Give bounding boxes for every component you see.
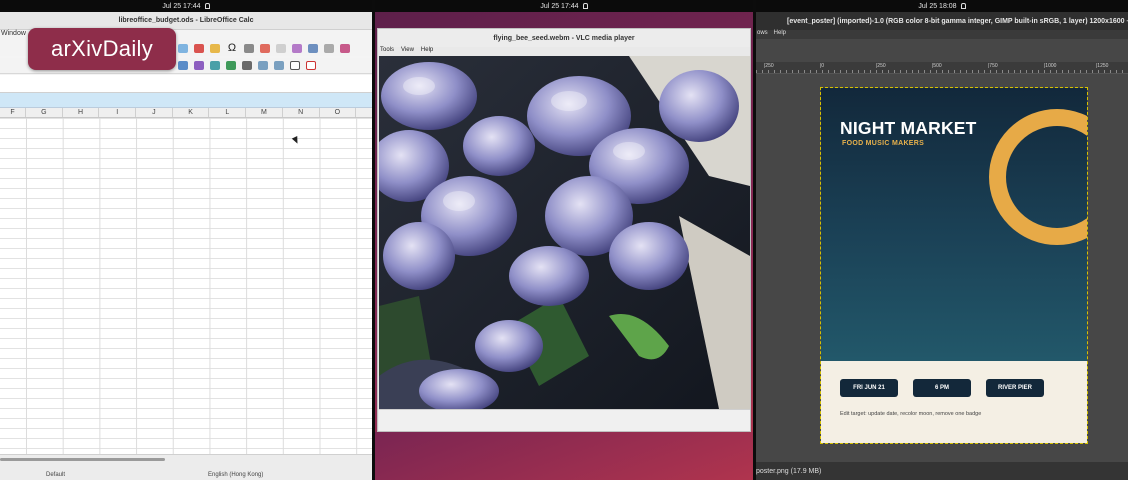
horizontal-scrollbar[interactable] [0,454,372,470]
status-bar: poster.png (17.9 MB) [756,462,1128,480]
time-badge: 6 PM [913,379,971,397]
column-header[interactable]: F [0,108,26,117]
clock-label: Jul 25 18:08 [918,2,957,10]
menu-view[interactable]: View [401,47,414,56]
clock-label: Jul 25 17:44 [162,2,201,10]
selected-row[interactable] [0,93,372,108]
column-header[interactable]: K [173,108,210,117]
column-header[interactable]: M [246,108,283,117]
menu-help[interactable]: Help [774,30,786,39]
video-frame[interactable] [379,56,750,409]
poster-subtitle: FOOD MUSIC MAKERS [842,140,925,147]
border-color-icon[interactable] [306,61,316,70]
top-bar-clock[interactable]: Jul 25 17:44 [0,0,372,12]
hyacinth-flower-image [379,56,750,409]
menu-window[interactable]: Window [1,30,26,37]
menu-bar: ows Help [756,30,1128,39]
ruler-label: |750 [988,63,998,69]
top-bar-clock[interactable]: Jul 25 18:08 [756,0,1128,12]
edit-note: Edit target: update date, recolor moon, … [840,411,982,417]
window-title: [event_poster] (imported)-1.0 (RGB color… [756,12,1128,30]
column-header[interactable]: I [99,108,137,117]
freeze-rows-icon[interactable] [308,43,318,53]
top-bar-clock[interactable]: Jul 25 17:44 [375,0,753,12]
hyperlink-icon[interactable] [244,43,254,53]
increase-indent-icon[interactable] [258,61,268,70]
menu-tools[interactable]: Tools [380,47,394,56]
comment-icon[interactable] [260,43,270,53]
page-style-label[interactable]: Default [46,472,65,478]
image-canvas[interactable]: NIGHT MARKET FOOD MUSIC MAKERS FRI JUN 2… [756,74,1128,462]
split-window-icon[interactable] [324,43,334,53]
insert-pivot-icon[interactable] [194,43,204,53]
desktop-wallpaper [375,432,753,480]
delete-decimal-icon[interactable] [242,61,252,70]
column-header[interactable]: N [283,108,320,117]
show-draw-functions-icon[interactable] [340,43,350,53]
clock-label: Jul 25 17:44 [540,2,579,10]
column-header[interactable]: G [26,108,63,117]
file-status: poster.png (17.9 MB) [756,467,822,475]
menu-bar: Tools View Help [378,47,750,56]
header-footer-icon[interactable] [276,43,286,53]
playback-controls[interactable] [379,409,750,431]
horizontal-ruler[interactable]: |250 |0 |250 |500 |750 |1000 |1250 [756,62,1128,74]
percent-format-icon[interactable] [210,61,220,70]
ruler-label: |1000 [1044,63,1057,69]
column-header[interactable]: H [63,108,100,117]
insert-chart-icon[interactable] [178,43,188,53]
decrease-indent-icon[interactable] [274,61,284,70]
ruler-label: |1250 [1096,63,1109,69]
menu-help[interactable]: Help [421,47,433,56]
vlc-workspace: Jul 25 17:44 flying_bee_seed.webm - VLC … [375,0,753,480]
date-badge: FRI JUN 21 [840,379,898,397]
column-header[interactable]: L [209,108,247,117]
calc-window: Jul 25 17:44 libreoffice_budget.ods - Li… [0,0,372,480]
window-title: flying_bee_seed.webm - VLC media player [378,29,750,47]
ruler-label: |500 [932,63,942,69]
status-bar: Default English (Hong Kong) [0,470,372,480]
borders-icon[interactable] [290,61,300,70]
scrollbar-thumb[interactable] [0,458,165,461]
cell-grid[interactable] [0,118,372,454]
vlc-window: flying_bee_seed.webm - VLC media player … [377,28,751,432]
desktop: Jul 25 17:44 libreoffice_budget.ods - Li… [0,0,1128,480]
menu-windows[interactable]: ows [757,30,768,39]
formula-bar[interactable] [0,75,372,93]
ruler-label: |250 [876,63,886,69]
number-format-icon[interactable] [194,61,204,70]
poster-image[interactable]: NIGHT MARKET FOOD MUSIC MAKERS FRI JUN 2… [820,87,1088,444]
column-header[interactable]: J [136,108,173,117]
insert-image-icon[interactable] [210,43,220,53]
add-decimal-icon[interactable] [226,61,236,70]
merge-cells-icon[interactable] [178,61,188,70]
language-label[interactable]: English (Hong Kong) [208,472,263,478]
notification-icon [204,3,210,9]
notification-icon [960,3,966,9]
ruler-label: |250 [764,63,774,69]
watermark-badge: arXivDaily [28,28,176,70]
column-headers: F G H I J K L M N O [0,108,372,118]
special-character-icon[interactable]: Ω [226,42,238,54]
location-badge: RIVER PIER [986,379,1044,397]
poster-title: NIGHT MARKET [840,118,977,138]
gimp-window: Jul 25 18:08 [event_poster] (imported)-1… [756,0,1128,480]
notification-icon [582,3,588,9]
column-header[interactable]: O [320,108,357,117]
ruler-label: |0 [820,63,825,69]
define-print-area-icon[interactable] [292,43,302,53]
